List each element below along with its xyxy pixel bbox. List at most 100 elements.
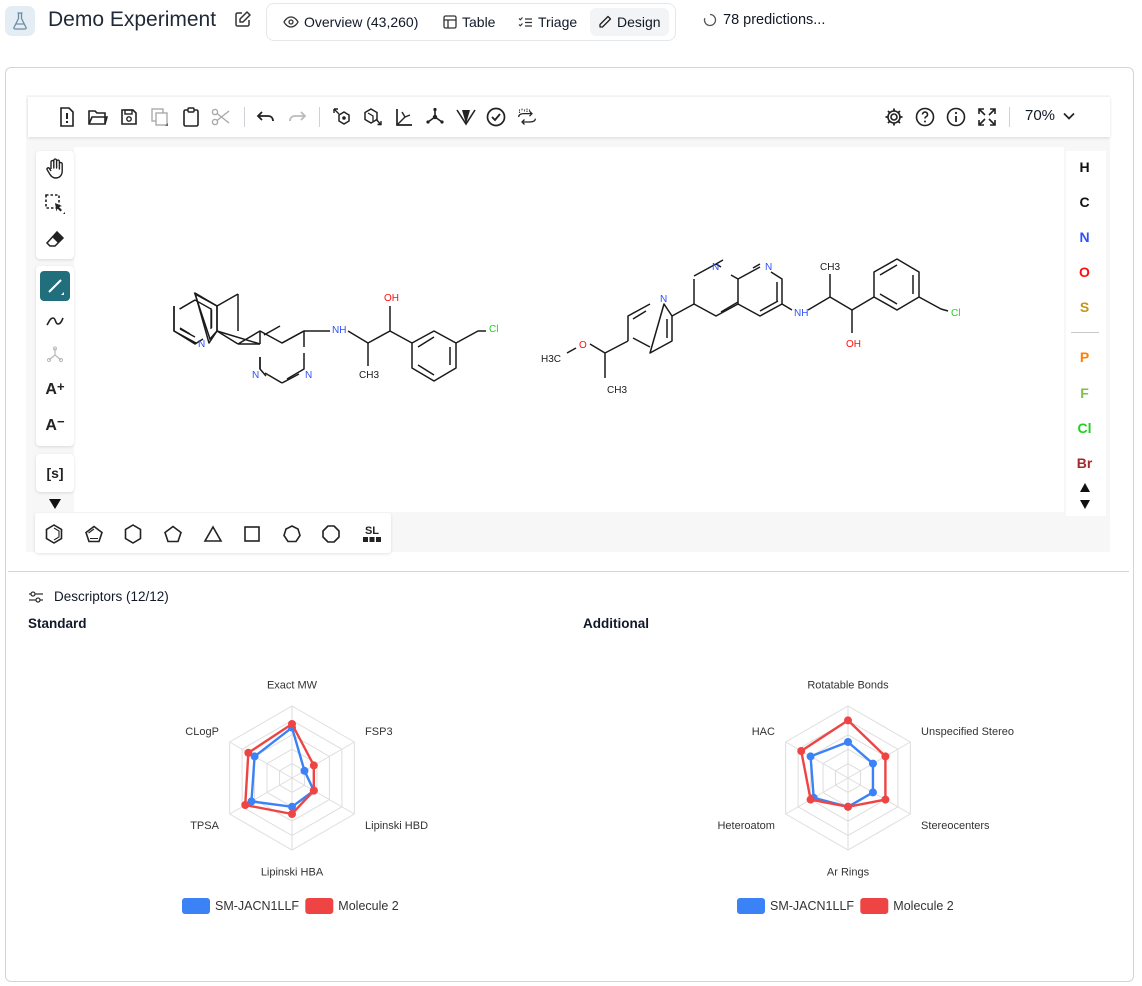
cyclopentane-icon[interactable] bbox=[162, 523, 184, 545]
radar-point[interactable] bbox=[309, 786, 318, 795]
cyclobutane-icon[interactable] bbox=[241, 523, 263, 545]
redo-icon[interactable] bbox=[287, 107, 307, 127]
sl-label: SL bbox=[364, 524, 380, 537]
new-document-icon[interactable] bbox=[57, 107, 77, 127]
standard-section-title: Standard bbox=[28, 616, 87, 631]
atom-h-button[interactable]: H bbox=[1066, 159, 1103, 175]
help-icon[interactable] bbox=[915, 107, 935, 127]
cyclopentadiene-icon[interactable] bbox=[83, 523, 105, 545]
pencil-icon bbox=[599, 15, 612, 28]
atom-br-button[interactable]: Br bbox=[1066, 455, 1103, 471]
cip-stereo-icon[interactable] bbox=[456, 107, 476, 127]
radar-point[interactable] bbox=[300, 766, 309, 775]
legend-label[interactable]: SM-JACN1LLF bbox=[215, 899, 299, 913]
eraser-icon[interactable] bbox=[40, 224, 70, 254]
sl-templates-icon[interactable]: SL bbox=[360, 523, 384, 545]
atom-f-button[interactable]: F bbox=[1066, 385, 1103, 401]
tab-overview[interactable]: Overview (43,260) bbox=[275, 8, 426, 36]
atom-cl-button[interactable]: Cl bbox=[1066, 420, 1103, 436]
atom-symbol: Cl bbox=[1077, 420, 1092, 436]
legend-label[interactable]: SM-JACN1LLF bbox=[770, 899, 854, 913]
radar-axis-label: CLogP bbox=[185, 726, 219, 738]
radar-point[interactable] bbox=[844, 802, 852, 811]
radar-spoke bbox=[291, 777, 355, 815]
undo-icon[interactable] bbox=[256, 107, 276, 127]
atom-symbol: F bbox=[1080, 385, 1089, 401]
hand-icon[interactable] bbox=[40, 154, 70, 184]
scroll-arrows-icon[interactable] bbox=[1066, 481, 1103, 514]
atom-symbol: C bbox=[1079, 194, 1090, 210]
radar-point[interactable] bbox=[309, 761, 318, 770]
chain-icon[interactable] bbox=[40, 306, 70, 336]
atom-s-button[interactable]: S bbox=[1066, 299, 1103, 315]
radar-point[interactable] bbox=[797, 747, 806, 755]
edit-title-icon[interactable] bbox=[234, 10, 252, 33]
font-increase-icon[interactable]: A + bbox=[40, 375, 70, 405]
radar-point[interactable] bbox=[844, 716, 852, 725]
legend-label[interactable]: Molecule 2 bbox=[338, 899, 398, 913]
legend-swatch bbox=[737, 898, 765, 914]
mol2-ch3-label: CH3 bbox=[820, 262, 840, 273]
tab-design[interactable]: Design bbox=[590, 8, 669, 36]
radar-point[interactable] bbox=[244, 748, 253, 757]
mol2-n-label: N bbox=[712, 262, 719, 273]
radar-point[interactable] bbox=[806, 795, 815, 804]
3d-axes-icon[interactable] bbox=[394, 107, 414, 127]
cyclohexane-icon[interactable] bbox=[122, 523, 144, 545]
analyse-icon[interactable] bbox=[517, 107, 537, 127]
atom-c-button[interactable]: C bbox=[1066, 194, 1103, 210]
font-increase-label: A bbox=[45, 381, 57, 398]
cycloheptane-icon[interactable] bbox=[281, 523, 303, 545]
fullscreen-icon[interactable] bbox=[977, 107, 997, 127]
select-icon[interactable] bbox=[40, 189, 70, 219]
zoom-select[interactable]: 70% bbox=[1025, 107, 1075, 124]
radar-point[interactable] bbox=[868, 759, 877, 768]
tab-design-label: Design bbox=[617, 14, 661, 30]
cyclooctane-icon[interactable] bbox=[320, 523, 342, 545]
radar-point[interactable] bbox=[881, 752, 890, 761]
sgroup-icon[interactable]: [s] bbox=[40, 458, 70, 488]
clean-icon[interactable] bbox=[363, 107, 383, 127]
cut-icon[interactable] bbox=[211, 107, 231, 127]
atom-p-button[interactable]: P bbox=[1066, 349, 1103, 365]
experiment-logo bbox=[5, 6, 35, 36]
settings-icon[interactable] bbox=[884, 107, 904, 127]
radar-spoke bbox=[785, 741, 849, 779]
molecule-canvas[interactable]: N N N NH OH CH3 Cl N N N NH OH CH3 CH3 H… bbox=[74, 147, 1064, 512]
hydrogens-icon[interactable] bbox=[425, 107, 445, 127]
resize-handle[interactable]: ⋮ bbox=[1137, 519, 1142, 533]
toolbar-divider bbox=[244, 107, 245, 127]
cyclopropane-icon[interactable] bbox=[202, 523, 224, 545]
atom-n-button[interactable]: N bbox=[1066, 229, 1103, 245]
tab-triage[interactable]: Triage bbox=[510, 8, 585, 36]
atom-o-button[interactable]: O bbox=[1066, 264, 1103, 280]
radar-point[interactable] bbox=[881, 795, 890, 804]
radar-point[interactable] bbox=[288, 720, 296, 728]
save-icon[interactable] bbox=[119, 107, 139, 127]
descriptors-header[interactable]: Descriptors (12/12) bbox=[28, 589, 169, 604]
check-icon[interactable] bbox=[486, 107, 506, 127]
layout-icon[interactable] bbox=[332, 107, 352, 127]
radar-point[interactable] bbox=[806, 752, 815, 761]
radar-point[interactable] bbox=[241, 801, 250, 809]
radar-point[interactable] bbox=[288, 810, 296, 818]
info-icon[interactable] bbox=[946, 107, 966, 127]
checklist-icon bbox=[518, 16, 532, 27]
legend-label[interactable]: Molecule 2 bbox=[893, 899, 953, 913]
tab-table[interactable]: Table bbox=[435, 8, 503, 36]
open-folder-icon[interactable] bbox=[88, 107, 108, 127]
fragment-icon[interactable] bbox=[40, 340, 70, 370]
sliders-icon bbox=[29, 590, 43, 603]
mol2-ch3-label: CH3 bbox=[607, 385, 627, 396]
single-bond-icon[interactable] bbox=[40, 271, 70, 301]
additional-section-title: Additional bbox=[583, 616, 649, 631]
radar-point[interactable] bbox=[844, 738, 852, 746]
font-decrease-icon[interactable]: A − bbox=[40, 411, 70, 441]
benzene-icon[interactable] bbox=[43, 523, 65, 545]
paste-icon[interactable] bbox=[181, 107, 201, 127]
additional-radar-svg: Rotatable Bonds Unspecified Stereo Stereoc… bbox=[717, 679, 1014, 914]
copy-icon[interactable] bbox=[150, 107, 170, 127]
radar-point[interactable] bbox=[868, 788, 877, 797]
atom-symbol: Br bbox=[1076, 455, 1093, 471]
radar-axis-label: FSP3 bbox=[365, 726, 393, 738]
